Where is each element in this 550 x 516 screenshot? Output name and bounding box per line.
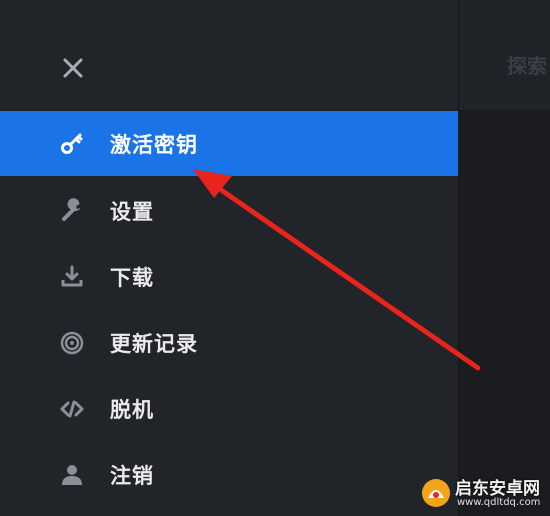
main-title: 探索: [507, 54, 547, 78]
sidebar-item-label: 更新记录: [110, 331, 198, 356]
watermark: 启东安卓网 www.qdltdq.com: [405, 470, 550, 516]
sidebar-item-label: 脱机: [110, 397, 154, 422]
sidebar-item-label: 下载: [110, 265, 154, 290]
sidebar-item-label: 注销: [110, 463, 154, 488]
watermark-name: 启东安卓网: [455, 479, 540, 499]
sidebar-item-label: 设置: [110, 199, 154, 224]
sidebar-menu: 激活密钥 设置 下载 更新记录 脱机 注销: [0, 0, 459, 516]
sidebar-item-label: 激活密钥: [110, 132, 198, 157]
sidebar-item-activate-key[interactable]: 激活密钥: [0, 111, 458, 176]
sidebar-item-settings[interactable]: 设置: [0, 178, 458, 243]
sidebar-item-logout[interactable]: 注销: [0, 442, 458, 507]
watermark-logo-icon: [422, 479, 450, 507]
changelog-icon: [58, 329, 86, 357]
sidebar-item-download[interactable]: 下载: [0, 244, 458, 309]
close-button[interactable]: [60, 55, 86, 81]
offline-icon: [58, 395, 86, 423]
sidebar-item-changelog[interactable]: 更新记录: [0, 310, 458, 375]
watermark-url: www.qdltdq.com: [457, 497, 541, 508]
key-icon: [58, 130, 86, 158]
sidebar-item-offline[interactable]: 脱机: [0, 376, 458, 441]
download-icon: [58, 263, 86, 291]
user-icon: [58, 461, 86, 489]
wrench-icon: [58, 197, 86, 225]
close-icon: [63, 58, 83, 78]
